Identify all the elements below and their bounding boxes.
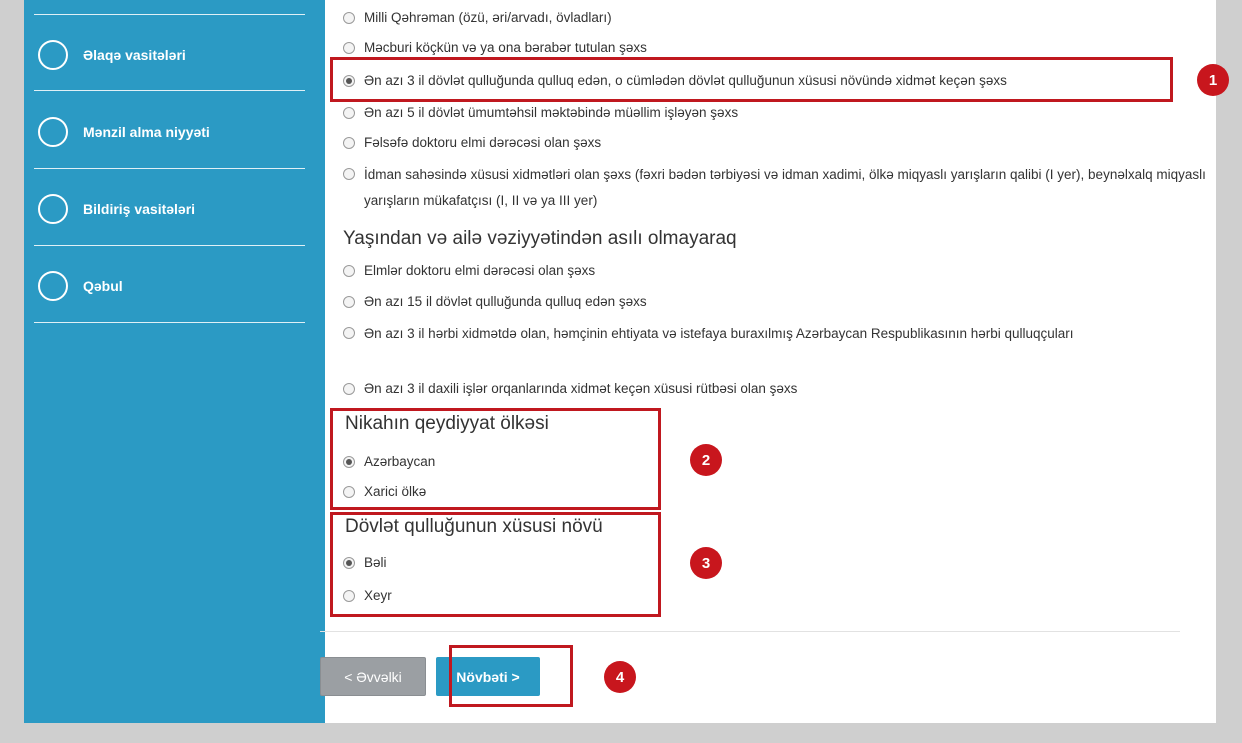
sidebar-divider [34, 14, 305, 15]
sidebar-divider [34, 322, 305, 323]
step-circle-icon [38, 194, 68, 224]
form-divider [320, 631, 1180, 632]
sidebar-item-acceptance[interactable]: Qəbul [38, 271, 123, 301]
radio-option[interactable]: Ən azı 3 il daxili işlər orqanlarında xi… [343, 377, 1203, 401]
highlight-box-3 [330, 512, 661, 617]
radio-option[interactable]: Elmlər doktoru elmi dərəcəsi olan şəxs [343, 259, 1203, 283]
radio-option[interactable]: Fəlsəfə doktoru elmi dərəcəsi olan şəxs [343, 131, 1203, 155]
radio-button[interactable] [343, 137, 355, 149]
highlight-box-4 [449, 645, 573, 707]
radio-button[interactable] [343, 42, 355, 54]
radio-label: Ən azı 5 il dövlət ümumtəhsil məktəbində… [364, 105, 739, 120]
sidebar-item-housing-intent[interactable]: Mənzil alma niyyəti [38, 117, 210, 147]
radio-label: Elmlər doktoru elmi dərəcəsi olan şəxs [364, 263, 596, 278]
previous-button[interactable]: < Əvvəlki [320, 657, 426, 696]
radio-button[interactable] [343, 327, 355, 339]
sidebar-item-notification[interactable]: Bildiriş vasitələri [38, 194, 195, 224]
radio-button[interactable] [343, 168, 355, 180]
radio-label: Ən azı 3 il hərbi xidmətdə olan, həmçini… [364, 326, 1074, 341]
section-heading: Yaşından və ailə vəziyyətindən asılı olm… [343, 228, 737, 249]
radio-option[interactable]: İdman sahəsində xüsusi xidmətləri olan ş… [343, 162, 1208, 214]
radio-button[interactable] [343, 383, 355, 395]
radio-button[interactable] [343, 107, 355, 119]
radio-option[interactable]: Ən azı 5 il dövlət ümumtəhsil məktəbində… [343, 101, 1203, 125]
step-circle-icon [38, 271, 68, 301]
radio-label: Milli Qəhrəman (özü, əri/arvadı, övladla… [364, 10, 612, 25]
highlight-box-2 [330, 408, 661, 510]
sidebar-divider [34, 245, 305, 246]
sidebar-divider [34, 168, 305, 169]
radio-button[interactable] [343, 296, 355, 308]
step-circle-icon [38, 117, 68, 147]
sidebar-item-contact[interactable]: Əlaqə vasitələri [38, 40, 186, 70]
sidebar-item-label: Bildiriş vasitələri [83, 201, 196, 217]
sidebar: Əlaqə vasitələri Mənzil alma niyyəti Bil… [24, 0, 325, 723]
radio-label: Fəlsəfə doktoru elmi dərəcəsi olan şəxs [364, 135, 602, 150]
sidebar-item-label: Əlaqə vasitələri [83, 47, 186, 63]
radio-label: İdman sahəsində xüsusi xidmətləri olan ş… [364, 167, 1206, 208]
step-circle-icon [38, 40, 68, 70]
radio-button[interactable] [343, 265, 355, 277]
radio-button[interactable] [343, 12, 355, 24]
sidebar-item-label: Qəbul [83, 278, 123, 294]
sidebar-divider [34, 90, 305, 91]
radio-label: Ən azı 3 il daxili işlər orqanlarında xi… [364, 381, 798, 396]
radio-option[interactable]: Ən azı 15 il dövlət qulluğunda qulluq ed… [343, 290, 1203, 314]
annotation-badge-4: 4 [604, 661, 636, 693]
sidebar-item-label: Mənzil alma niyyəti [83, 124, 210, 140]
radio-option[interactable]: Milli Qəhrəman (özü, əri/arvadı, övladla… [343, 6, 1203, 30]
annotation-badge-3: 3 [690, 547, 722, 579]
annotation-badge-1: 1 [1197, 64, 1229, 96]
annotation-badge-2: 2 [690, 444, 722, 476]
radio-option[interactable]: Ən azı 3 il hərbi xidmətdə olan, həmçini… [343, 321, 1198, 347]
highlight-box-1 [330, 57, 1173, 102]
radio-label: Ən azı 15 il dövlət qulluğunda qulluq ed… [364, 294, 647, 309]
